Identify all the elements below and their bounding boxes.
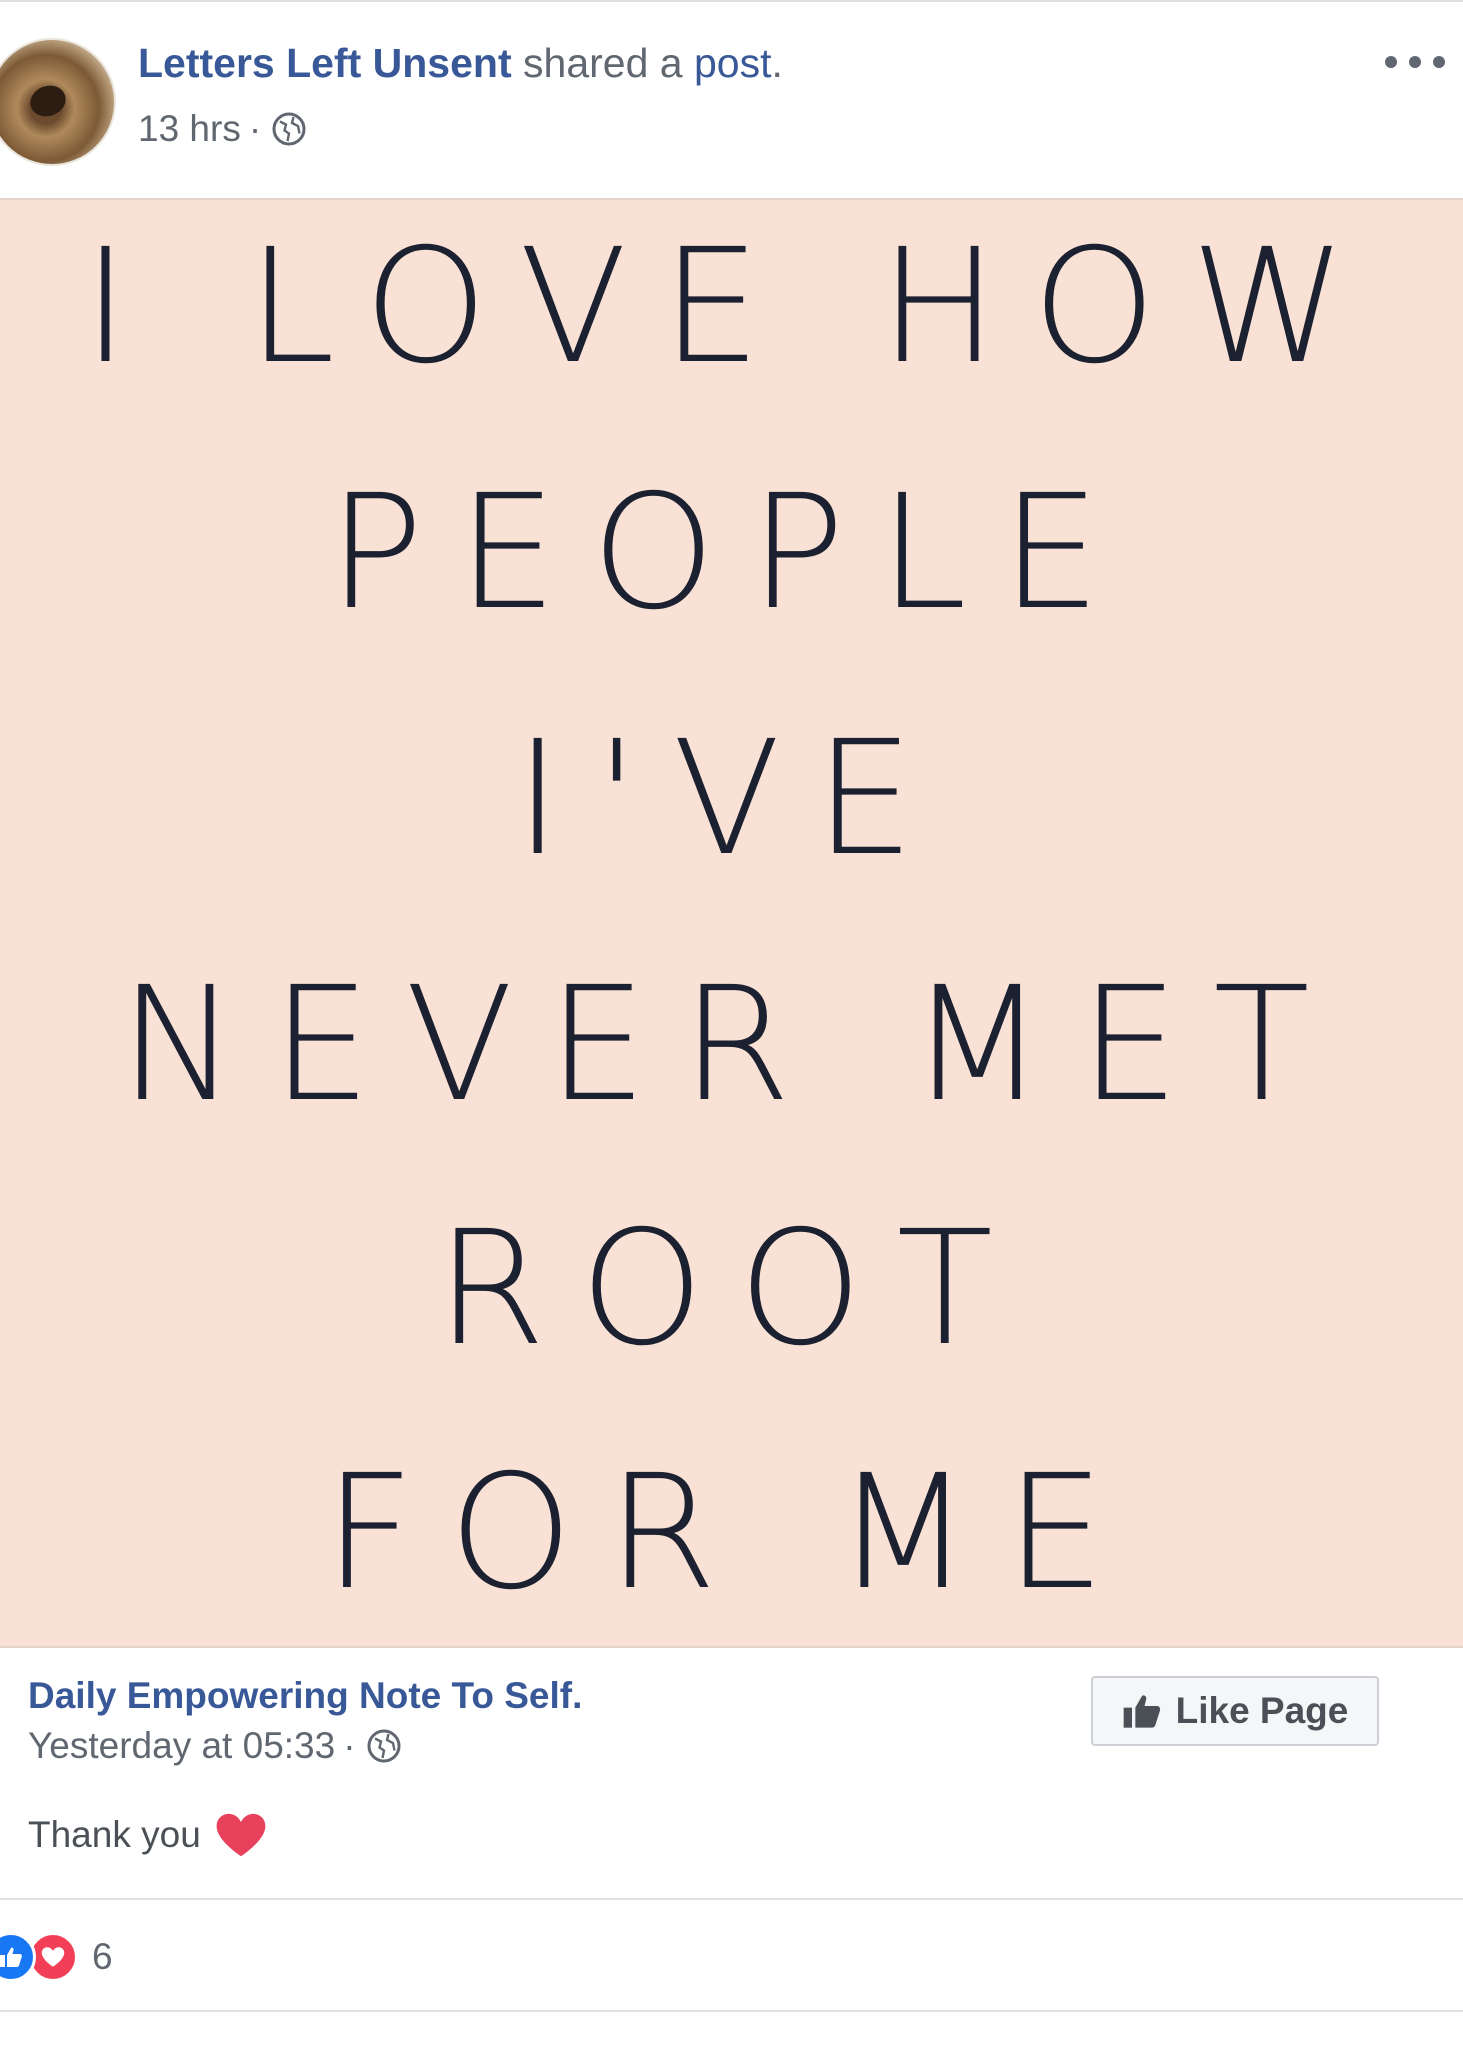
top-divider bbox=[0, 0, 1463, 2]
original-meta-separator: · bbox=[343, 1725, 356, 1766]
post-timestamp[interactable]: 13 hrs bbox=[138, 108, 241, 150]
original-page-link[interactable]: Daily Empowering Note To Self. bbox=[28, 1675, 582, 1717]
original-post-meta: Yesterday at 05:33 · bbox=[28, 1725, 402, 1767]
shared-quote-image[interactable]: I LOVE HOW PEOPLE I'VE NEVER MET ROOT FO… bbox=[0, 198, 1463, 1648]
post-message-text: Thank you bbox=[28, 1814, 201, 1855]
quote-line-6: FOR ME bbox=[323, 1441, 1140, 1625]
quote-line-4: NEVER MET bbox=[119, 953, 1344, 1137]
meta-separator: · bbox=[248, 108, 262, 149]
avatar-detail bbox=[25, 80, 71, 122]
page-name-link[interactable]: Letters Left Unsent bbox=[138, 40, 512, 86]
quote-line-5: ROOT bbox=[435, 1197, 1028, 1381]
post-message: Thank you bbox=[28, 1812, 267, 1858]
quote-line-1: I LOVE HOW bbox=[82, 215, 1381, 399]
quote-line-3: I'VE bbox=[514, 707, 949, 891]
reactions-summary[interactable]: 6 bbox=[0, 1932, 113, 1982]
like-page-button[interactable]: Like Page bbox=[1091, 1676, 1379, 1746]
post-meta: 13 hrs · bbox=[138, 108, 307, 150]
like-reaction-icon bbox=[0, 1932, 36, 1982]
red-heart-emoji-icon bbox=[216, 1813, 266, 1857]
post-header: Letters Left Unsent shared a post. bbox=[138, 40, 783, 87]
thumbs-up-icon bbox=[1123, 1695, 1160, 1728]
globe-icon[interactable] bbox=[366, 1728, 402, 1764]
shared-text: shared a bbox=[523, 40, 683, 86]
reactions-divider bbox=[0, 1898, 1463, 1900]
more-options-icon[interactable] bbox=[1385, 48, 1445, 76]
reaction-count: 6 bbox=[92, 1936, 113, 1977]
post-link[interactable]: post bbox=[694, 40, 772, 86]
original-post-timestamp[interactable]: Yesterday at 05:33 bbox=[28, 1725, 335, 1767]
page-avatar[interactable] bbox=[0, 38, 116, 166]
header-period: . bbox=[771, 40, 783, 86]
globe-icon[interactable] bbox=[271, 111, 307, 147]
quote-line-2: PEOPLE bbox=[328, 461, 1135, 645]
like-page-label: Like Page bbox=[1175, 1690, 1349, 1731]
bottom-divider bbox=[0, 2010, 1463, 2012]
